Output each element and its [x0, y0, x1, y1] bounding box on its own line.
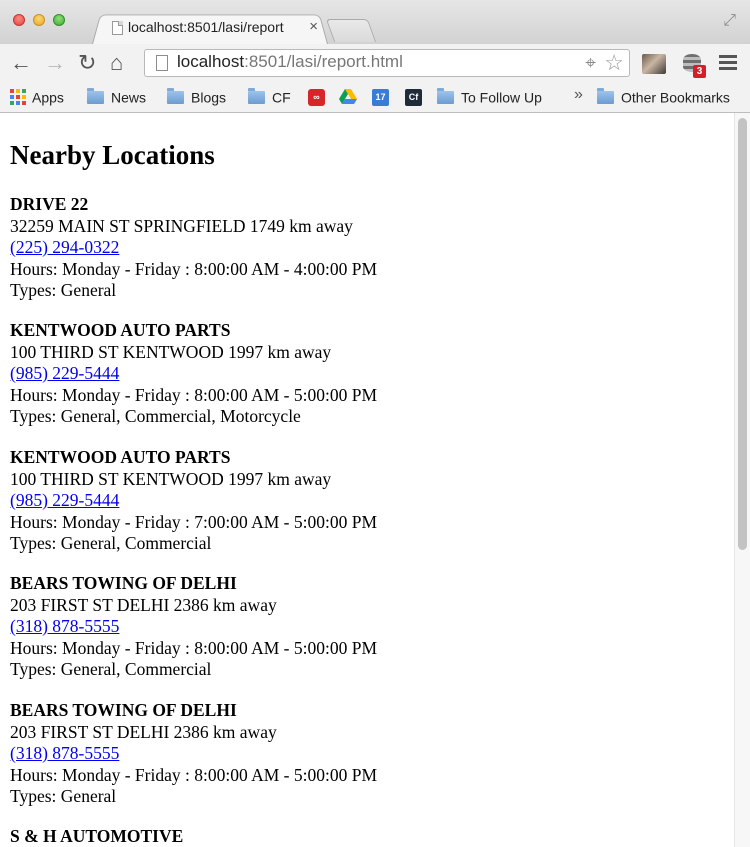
location-entry: KENTWOOD AUTO PARTS 100 THIRD ST KENTWOO…: [10, 447, 377, 555]
location-name: BEARS TOWING OF DELHI: [10, 700, 237, 720]
window-minimize-button[interactable]: [33, 14, 45, 26]
location-name: DRIVE 22: [10, 194, 89, 214]
bookmark-adobe-cc[interactable]: ∞: [308, 88, 325, 106]
reload-icon[interactable]: ↻: [78, 50, 96, 76]
folder-icon: [597, 87, 614, 104]
tab-close-icon[interactable]: ×: [309, 18, 318, 35]
window-close-button[interactable]: [13, 14, 25, 26]
page-favicon-icon: [112, 21, 123, 35]
location-address: 203 FIRST ST DELHI 2386 km away: [10, 721, 277, 742]
location-types: Types: General: [10, 786, 117, 806]
title-bar: localhost:8501/lasi/report × ⤢: [0, 0, 750, 45]
location-entry: BEARS TOWING OF DELHI 203 FIRST ST DELHI…: [10, 700, 377, 808]
folder-icon: [167, 87, 184, 104]
window-zoom-button[interactable]: [53, 14, 65, 26]
scrollbar-thumb[interactable]: [738, 118, 747, 550]
location-address: 100 THIRD ST KENTWOOD 1997 km away: [10, 341, 332, 362]
location-entry: S & H AUTOMOTIVE: [10, 826, 183, 847]
bookmark-calendar[interactable]: 17: [372, 88, 389, 106]
location-address: 100 THIRD ST KENTWOOD 1997 km away: [10, 468, 332, 489]
location-name: KENTWOOD AUTO PARTS: [10, 447, 231, 467]
back-arrow-icon[interactable]: ←: [10, 50, 32, 76]
cf-icon: Cf: [405, 88, 422, 106]
location-entry: BEARS TOWING OF DELHI 203 FIRST ST DELHI…: [10, 573, 377, 681]
location-hours: Hours: Monday - Friday : 8:00:00 AM - 4:…: [10, 258, 378, 279]
bookmark-apps[interactable]: Apps: [10, 88, 64, 106]
url-host: localhost: [177, 52, 245, 71]
bookmark-folder-to-follow-up[interactable]: To Follow Up: [437, 87, 542, 106]
adobe-cc-icon: ∞: [308, 88, 325, 106]
profile-photo-extension-icon[interactable]: [642, 54, 666, 74]
location-entry: KENTWOOD AUTO PARTS 100 THIRD ST KENTWOO…: [10, 320, 377, 428]
bookmark-label: Apps: [32, 89, 64, 106]
location-hours: Hours: Monday - Friday : 8:00:00 AM - 5:…: [10, 384, 378, 405]
location-hours: Hours: Monday - Friday : 7:00:00 AM - 5:…: [10, 511, 378, 532]
bookmark-label: To Follow Up: [461, 89, 542, 106]
location-phone-link[interactable]: (225) 294-0322: [10, 237, 119, 257]
bookmark-folder-cf[interactable]: CF: [248, 87, 291, 106]
location-name: S & H AUTOMOTIVE: [10, 826, 184, 846]
location-address: 32259 MAIN ST SPRINGFIELD 1749 km away: [10, 215, 353, 236]
tab-active[interactable]: localhost:8501/lasi/report ×: [92, 12, 328, 45]
bookmark-label: CF: [272, 89, 291, 106]
page-icon: [156, 55, 168, 71]
folder-icon: [87, 87, 104, 104]
bookmark-label: Other Bookmarks: [621, 89, 730, 106]
bookmarks-bar: Apps News Blogs CF ∞ 17 Cf To Follow Up …: [0, 82, 750, 113]
browser-toolbar: ← → ↻ ⌂ localhost:8501/lasi/report.html …: [0, 44, 750, 82]
url-path: :8501/lasi/report.html: [244, 52, 403, 71]
location-name: BEARS TOWING OF DELHI: [10, 573, 237, 593]
location-phone-link[interactable]: (985) 229-5444: [10, 363, 119, 383]
folder-icon: [437, 87, 454, 104]
vertical-scrollbar[interactable]: [734, 113, 750, 847]
bookmark-folder-blogs[interactable]: Blogs: [167, 87, 227, 106]
location-address: 203 FIRST ST DELHI 2386 km away: [10, 594, 277, 615]
location-types: Types: General, Commercial: [10, 533, 212, 553]
apps-grid-icon: [10, 89, 26, 106]
page-content: Nearby Locations DRIVE 22 32259 MAIN ST …: [0, 113, 734, 847]
fullscreen-icon[interactable]: ⤢: [723, 12, 736, 30]
forward-arrow-icon[interactable]: →: [44, 50, 66, 76]
bookmark-cf[interactable]: Cf: [405, 88, 422, 106]
folder-icon: [248, 87, 265, 104]
location-phone-link[interactable]: (318) 878-5555: [10, 616, 119, 636]
address-bar[interactable]: localhost:8501/lasi/report.html ⌖ ☆: [144, 49, 630, 77]
location-hours: Hours: Monday - Friday : 8:00:00 AM - 5:…: [10, 637, 378, 658]
extension-badge: 3: [693, 65, 706, 78]
bookmark-star-icon[interactable]: ☆: [604, 50, 624, 76]
location-phone-link[interactable]: (985) 229-5444: [10, 490, 119, 510]
database-extension-icon[interactable]: 3: [681, 52, 706, 78]
location-icon[interactable]: ⌖: [585, 53, 596, 75]
bookmark-label: Blogs: [191, 89, 227, 106]
bookmark-folder-other-bookmarks[interactable]: Other Bookmarks: [597, 87, 730, 106]
location-name: KENTWOOD AUTO PARTS: [10, 320, 231, 340]
calendar-icon: 17: [372, 88, 389, 106]
location-types: Types: General: [10, 280, 117, 300]
location-hours: Hours: Monday - Friday : 8:00:00 AM - 5:…: [10, 764, 378, 785]
location-phone-link[interactable]: (318) 878-5555: [10, 743, 119, 763]
page-title: Nearby Locations: [10, 140, 215, 170]
bookmark-google-drive[interactable]: [339, 88, 357, 105]
google-drive-icon: [339, 89, 357, 105]
bookmark-label: News: [111, 89, 147, 106]
chrome-menu-icon[interactable]: [719, 55, 737, 71]
url-text[interactable]: localhost:8501/lasi/report.html: [177, 52, 403, 72]
bookmarks-overflow-chevron-icon[interactable]: »: [574, 86, 583, 104]
location-types: Types: General, Commercial, Motorcycle: [10, 406, 301, 426]
home-icon[interactable]: ⌂: [110, 50, 123, 76]
location-types: Types: General, Commercial: [10, 659, 212, 679]
bookmark-folder-news[interactable]: News: [87, 87, 147, 106]
new-tab-button[interactable]: [325, 19, 377, 42]
tab-title: localhost:8501/lasi/report: [128, 19, 284, 35]
location-entry: DRIVE 22 32259 MAIN ST SPRINGFIELD 1749 …: [10, 194, 377, 302]
